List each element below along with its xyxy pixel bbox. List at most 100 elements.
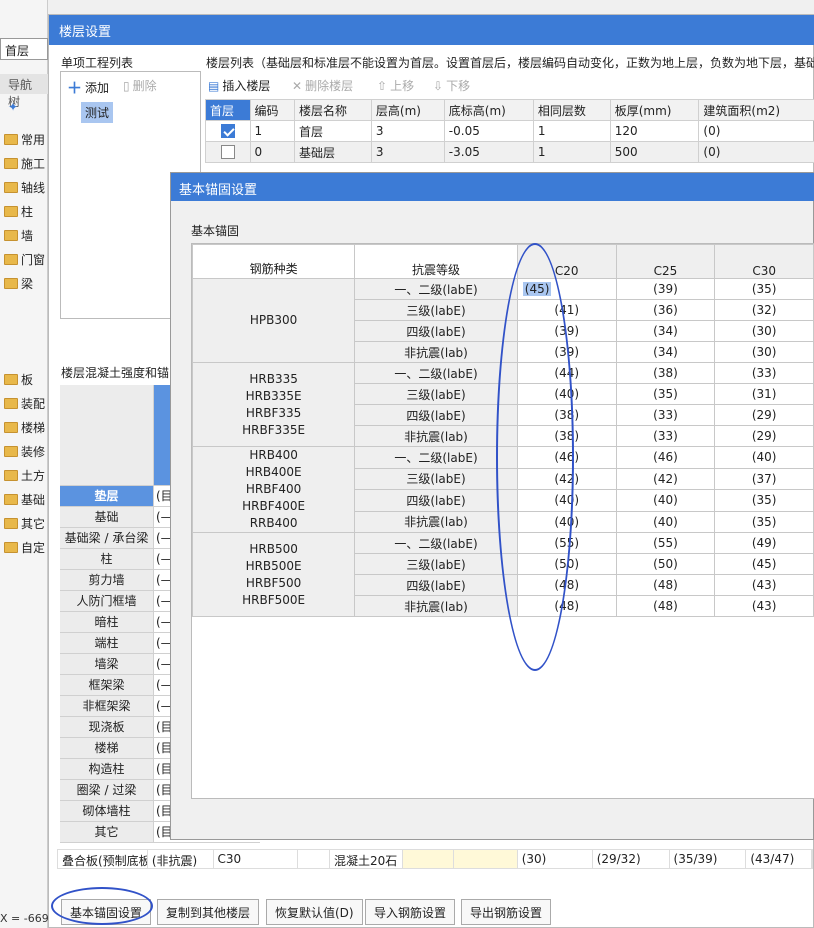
precast-cell[interactable]: (29/32)	[593, 850, 670, 868]
anchor-value-cell[interactable]: (42)	[615, 467, 716, 490]
anchor-value-cell[interactable]: (34)	[615, 320, 716, 342]
precast-cell[interactable]: (35/39)	[670, 850, 747, 868]
precast-cell[interactable]: (43/47)	[746, 850, 813, 868]
floor-cell-name[interactable]: 首层	[294, 120, 372, 142]
nav-item[interactable]: 常用	[4, 128, 48, 150]
nav-item[interactable]: 施工	[4, 152, 48, 174]
pin-icon[interactable]: ✦	[8, 100, 18, 114]
floor-cell-bottom[interactable]: -0.05	[443, 120, 534, 142]
anchor-value-cell[interactable]: (35)	[714, 510, 814, 533]
precast-cell[interactable]	[453, 850, 518, 868]
nav-item[interactable]: 装修	[4, 440, 48, 462]
export-rebar-button[interactable]: 导出钢筋设置	[461, 899, 552, 925]
anchor-value: (35)	[751, 282, 777, 296]
floor-cell-thick[interactable]: 500	[609, 141, 700, 163]
delete-button[interactable]: ▯ 删除	[123, 77, 157, 94]
anchor-value-cell[interactable]: (50)	[615, 553, 716, 575]
column-header[interactable]: 编码	[249, 99, 296, 121]
column-header[interactable]: 首层	[205, 99, 251, 121]
floor-cell-name[interactable]: 基础层	[294, 141, 372, 163]
nav-item[interactable]: 装配	[4, 392, 48, 414]
floor-cell-area[interactable]: (0)	[698, 120, 814, 142]
import-rebar-button[interactable]: 导入钢筋设置	[365, 899, 456, 925]
precast-cell[interactable]: 叠合板(预制底板)	[58, 850, 148, 868]
anchor-value-cell[interactable]: (48)	[615, 595, 716, 617]
anchor-value-cell[interactable]: (37)	[714, 467, 814, 490]
column-header[interactable]: 层高(m)	[370, 99, 445, 121]
precast-cell[interactable]	[403, 850, 454, 868]
column-header[interactable]: 楼层名称	[294, 99, 372, 121]
anchor-value-cell[interactable]: (46)	[615, 446, 716, 469]
floor-row[interactable]: 0 基础层 3 -3.05 1 500 (0)	[205, 141, 814, 163]
column-header[interactable]: 底标高(m)	[443, 99, 534, 121]
anchor-value-cell[interactable]: (39)	[615, 278, 716, 300]
precast-cell[interactable]: (非抗震)	[148, 850, 214, 868]
anchor-value-cell[interactable]: (35)	[714, 278, 814, 300]
precast-cell[interactable]: (30)	[518, 850, 593, 868]
floor-cell-same[interactable]: 1	[532, 141, 611, 163]
anchor-value-cell[interactable]: (29)	[714, 425, 814, 447]
grade-header[interactable]: C30	[714, 244, 814, 279]
anchor-value-cell[interactable]: (33)	[615, 404, 716, 426]
anchor-value-cell[interactable]: (40)	[714, 446, 814, 469]
anchor-value-cell[interactable]: (29)	[714, 404, 814, 426]
nav-item[interactable]: 自定	[4, 536, 48, 558]
anchor-value-cell[interactable]: (30)	[714, 320, 814, 342]
move-up-button[interactable]: ⇧ 上移	[377, 77, 414, 94]
precast-cell[interactable]	[298, 850, 330, 868]
floor-row[interactable]: 1 首层 3 -0.05 1 120 (0)	[205, 120, 814, 142]
floor-cell-thick[interactable]: 120	[609, 120, 700, 142]
grade-header[interactable]: C25	[615, 244, 716, 279]
anchor-value-cell[interactable]: (31)	[714, 383, 814, 405]
anchor-value-cell[interactable]: (55)	[615, 532, 716, 554]
anchor-value-cell[interactable]: (33)	[714, 362, 814, 384]
copy-to-floors-button[interactable]: 复制到其他楼层	[157, 899, 260, 925]
anchor-value-cell[interactable]: (32)	[714, 299, 814, 321]
floor-cell-code[interactable]: 0	[249, 141, 296, 163]
anchor-value-cell[interactable]: (43)	[714, 595, 814, 617]
anchor-value-cell[interactable]: (35)	[615, 383, 716, 405]
anchor-value-cell[interactable]: (36)	[615, 299, 716, 321]
add-button[interactable]: ＋添加	[67, 77, 109, 98]
first-floor-checkbox[interactable]	[220, 145, 235, 160]
anchor-value-cell[interactable]: (30)	[714, 341, 814, 363]
nav-item[interactable]: 板	[4, 368, 48, 390]
nav-item[interactable]: 基础	[4, 488, 48, 510]
first-floor-checkbox[interactable]	[220, 124, 235, 139]
nav-item[interactable]: 梁	[4, 272, 48, 294]
anchor-value-cell[interactable]: (40)	[615, 510, 716, 533]
precast-cell[interactable]: 混凝土20石	[330, 850, 404, 868]
nav-item[interactable]: 其它	[4, 512, 48, 534]
nav-item[interactable]: 土方	[4, 464, 48, 486]
anchor-value-cell[interactable]: (43)	[714, 574, 814, 596]
column-header[interactable]: 相同层数	[532, 99, 611, 121]
column-header[interactable]: 板厚(mm)	[609, 99, 700, 121]
anchor-value-cell[interactable]: (35)	[714, 489, 814, 512]
anchor-value-cell[interactable]: (33)	[615, 425, 716, 447]
insert-floor-button[interactable]: ▤ 插入楼层	[208, 77, 270, 94]
anchor-value-cell[interactable]: (48)	[615, 574, 716, 596]
floor-cell-height[interactable]: 3	[370, 141, 445, 163]
floor-cell-area[interactable]: (0)	[698, 141, 814, 163]
anchor-value-cell[interactable]: (38)	[615, 362, 716, 384]
floor-cell-height[interactable]: 3	[370, 120, 445, 142]
floor-select[interactable]: 首层	[0, 38, 48, 60]
anchor-value-cell[interactable]: (34)	[615, 341, 716, 363]
restore-default-button[interactable]: 恢复默认值(D)	[266, 899, 363, 925]
move-down-button[interactable]: ⇩ 下移	[433, 77, 470, 94]
anchor-value-cell[interactable]: (49)	[714, 532, 814, 554]
nav-item[interactable]: 楼梯	[4, 416, 48, 438]
nav-item[interactable]: 门窗	[4, 248, 48, 270]
column-header[interactable]: 建筑面积(m2)	[698, 99, 814, 121]
nav-item[interactable]: 轴线	[4, 176, 48, 198]
nav-item[interactable]: 墙	[4, 224, 48, 246]
project-item[interactable]: 测试	[81, 102, 114, 123]
floor-cell-same[interactable]: 1	[532, 120, 611, 142]
delete-floor-button[interactable]: ✕ 删除楼层	[292, 77, 353, 94]
nav-item[interactable]: 柱	[4, 200, 48, 222]
precast-cell[interactable]: C30	[214, 850, 298, 868]
floor-cell-bottom[interactable]: -3.05	[443, 141, 534, 163]
anchor-value-cell[interactable]: (40)	[615, 489, 716, 512]
anchor-value-cell[interactable]: (45)	[714, 553, 814, 575]
floor-cell-code[interactable]: 1	[249, 120, 296, 142]
